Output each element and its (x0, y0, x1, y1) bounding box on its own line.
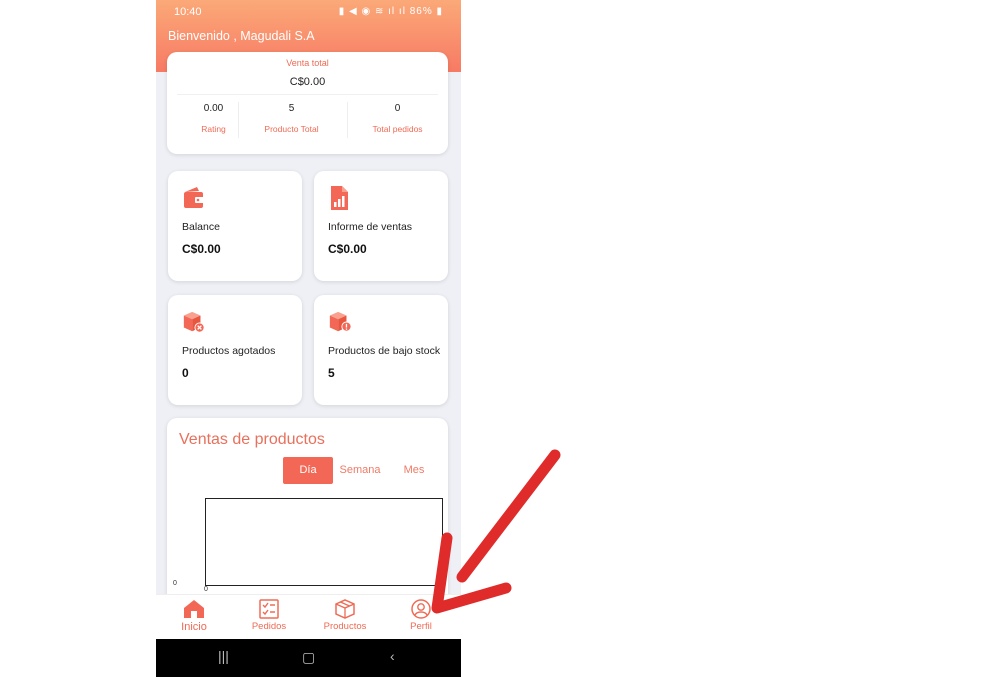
annotation-arrow (431, 449, 561, 614)
annotation-arrow-shaft (456, 449, 561, 583)
